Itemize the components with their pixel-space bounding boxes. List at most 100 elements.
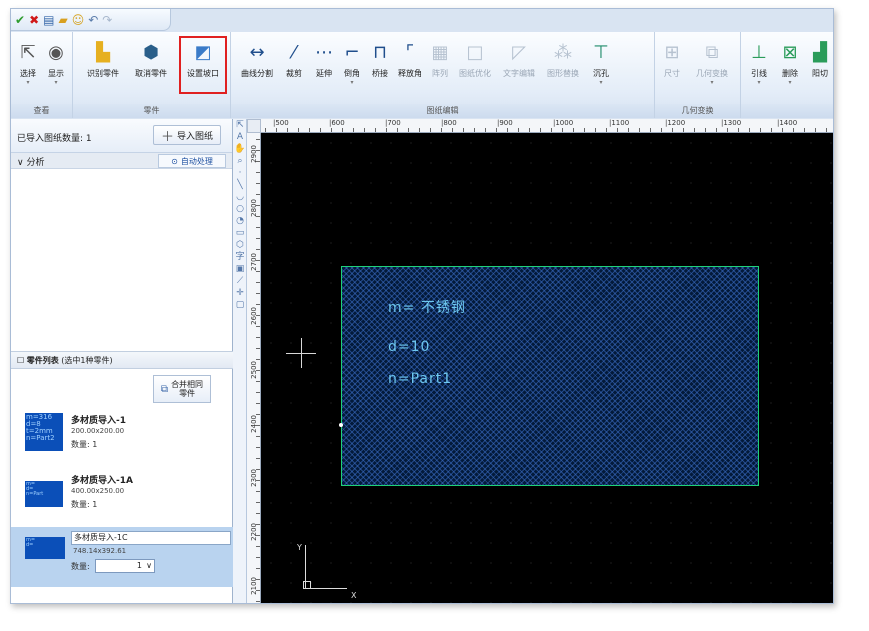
chevron-down-icon: ▾ <box>26 79 30 86</box>
ruler-minor-tick <box>256 139 260 140</box>
yang-cut-icon: ▟ <box>813 42 827 63</box>
text-edit-icon: ◸ <box>512 42 526 63</box>
display-button[interactable]: ◉ 显示 ▾ <box>43 36 69 98</box>
part-name-field[interactable]: 多材质导入-1C <box>71 531 231 545</box>
imported-count-label: 已导入图纸数量: 1 <box>17 134 92 144</box>
group-label-part: 零件 <box>73 104 230 118</box>
ruler-tick-label: |800 <box>441 119 457 127</box>
ruler-minor-tick <box>256 161 260 162</box>
chevron-down-icon: ▾ <box>757 79 761 86</box>
polygon-tool-icon[interactable]: ⬡ <box>233 239 247 251</box>
ruler-tick-label: 2400 <box>250 415 258 433</box>
select-button[interactable]: ⇱ 选择 ▾ <box>15 36 41 98</box>
extend-button[interactable]: ⋯ 延伸 <box>311 36 337 98</box>
trim-button[interactable]: ⁄ 裁剪 <box>281 36 307 98</box>
ruler-minor-tick <box>727 128 728 132</box>
ruler-minor-tick <box>256 315 260 316</box>
redo-icon[interactable]: ↷ <box>102 13 112 27</box>
lead-button[interactable]: ⊥ 引线 ▾ <box>745 36 773 98</box>
ruler-minor-tick <box>375 128 376 132</box>
part-thumbnail[interactable]: m= d= <box>25 537 65 559</box>
ruler-tick-label: |1300 <box>721 119 742 127</box>
identify-part-button[interactable]: ▙ 识别零件 <box>81 36 125 98</box>
optimize-drawing-button[interactable]: □ 图纸优化 <box>455 36 495 98</box>
quantity-select[interactable]: 1 <box>95 559 155 573</box>
bridge-button[interactable]: ⊓ 桥接 <box>367 36 393 98</box>
ruler-minor-tick <box>256 436 260 437</box>
ruler-minor-tick <box>793 128 794 132</box>
hand-tool-icon[interactable]: ✋ <box>233 143 247 155</box>
replace-shape-button[interactable]: ⁂ 图形替换 <box>543 36 583 98</box>
ruler-minor-tick <box>256 249 260 250</box>
part-dimensions: 748.14x392.61 <box>73 547 127 555</box>
user-icon[interactable]: ☺ <box>72 13 85 27</box>
rectangle-tool-icon[interactable]: ▭ <box>233 227 247 239</box>
select-tool-icon[interactable]: ⇱ <box>233 119 247 131</box>
part-name[interactable]: 多材质导入-1 <box>71 413 126 426</box>
chevron-down-icon: ∨ <box>17 158 24 168</box>
ruler-minor-tick <box>529 128 530 132</box>
vertical-toolbar: ⇱ A ✋ ⌕ · ╲ ◡ ○ ◔ ▭ ⬡ 字 ▣ ⟋ ✛ ▢ <box>233 119 247 603</box>
ribbon-group-view: ⇱ 选择 ▾ ◉ 显示 ▾ 查看 <box>11 32 73 118</box>
ruler-minor-tick <box>256 172 260 173</box>
ruler-minor-tick <box>320 128 321 132</box>
replace-shape-icon: ⁂ <box>554 42 572 63</box>
image-tool-icon[interactable]: ▣ <box>233 263 247 275</box>
frame-tool-icon[interactable]: ▢ <box>233 299 247 311</box>
chevron-down-icon: ▾ <box>710 79 714 86</box>
ellipse-tool-icon[interactable]: ◔ <box>233 215 247 227</box>
delete-lead-button[interactable]: ⊠ 删除 ▾ <box>777 36 803 98</box>
ruler-minor-tick <box>815 128 816 132</box>
app-window: ✔ ✖ ▤ ▰ ☺ ↶ ↷ ⇱ 选择 ▾ ◉ 显示 ▾ 查看 ▙ 识别零件 ⬢ … <box>10 8 834 604</box>
ruler-minor-tick <box>606 128 607 132</box>
line-tool-icon[interactable]: ╲ <box>233 179 247 191</box>
ruler-minor-tick <box>256 304 260 305</box>
text-tool-icon[interactable]: A <box>233 131 247 143</box>
import-drawing-button[interactable]: ＋ 导入图纸 <box>153 125 221 145</box>
countersink-button[interactable]: ⊤ 沉孔 ▾ <box>587 36 615 98</box>
circle-tool-icon[interactable]: ○ <box>233 203 247 215</box>
auto-process-button[interactable]: ⊙ 自动处理 <box>158 154 226 168</box>
cancel-part-button[interactable]: ⬢ 取消零件 <box>129 36 173 98</box>
analysis-label[interactable]: ∨ 分析 <box>17 155 44 168</box>
undo-icon[interactable]: ↶ <box>88 13 98 27</box>
folder-open-icon[interactable]: ▰ <box>58 13 67 27</box>
part-thumbnail[interactable]: m=316 d=8 t=2mm n=Part2 <box>25 413 63 451</box>
checkbox-icon[interactable]: ☐ <box>17 356 24 365</box>
part-name[interactable]: 多材质导入-1A <box>71 473 133 486</box>
yang-cut-button[interactable]: ▟ 阳切 <box>807 36 833 98</box>
axis-y-label: Y <box>297 543 302 552</box>
curve-split-button[interactable]: ↔ 曲线分割 <box>237 36 277 98</box>
character-tool-icon[interactable]: 字 <box>233 251 247 263</box>
x-icon[interactable]: ✖ <box>29 13 39 27</box>
ruler-minor-tick <box>256 601 260 602</box>
ruler-minor-tick <box>256 425 260 426</box>
arc-tool-icon[interactable]: ◡ <box>233 191 247 203</box>
drawing-canvas[interactable]: m= 不锈钢 d=10 n=Part1 Y X <box>261 133 833 603</box>
ruler-minor-tick <box>485 128 486 132</box>
part-thumbnail[interactable]: m= d= n=Part <box>25 481 63 507</box>
save-icon[interactable]: ▤ <box>43 13 54 27</box>
merge-same-parts-button[interactable]: ⧉ 合并相同 零件 <box>153 375 211 403</box>
ruler-minor-tick <box>540 128 541 132</box>
measure-tool-icon[interactable]: ⟋ <box>233 275 247 287</box>
crosshair-tool-icon[interactable]: ✛ <box>233 287 247 299</box>
text-edit-button[interactable]: ◸ 文字编辑 <box>499 36 539 98</box>
part-rectangle[interactable]: m= 不锈钢 d=10 n=Part1 <box>341 266 759 486</box>
chamfer-button[interactable]: ⌐ 倒角 ▾ <box>339 36 365 98</box>
point-tool-icon[interactable]: · <box>233 167 247 179</box>
release-corner-button[interactable]: ⌜ 释放角 <box>395 36 425 98</box>
trim-icon: ⁄ <box>292 42 296 63</box>
ruler-minor-tick <box>463 128 464 132</box>
ruler-minor-tick <box>683 128 684 132</box>
ruler-minor-tick <box>256 590 260 591</box>
ruler-minor-tick <box>650 128 651 132</box>
zoom-tool-icon[interactable]: ⌕ <box>233 155 247 167</box>
parts-list-header[interactable]: ☐ 零件列表 (选中1种零件) <box>11 351 233 369</box>
geometry-transform-button[interactable]: ⧉ 几何变换 ▾ <box>689 36 735 98</box>
lead-icon: ⊥ <box>751 42 767 63</box>
checkmark-icon[interactable]: ✔ <box>15 13 25 27</box>
ribbon-group-lead: ⊥ 引线 ▾ ⊠ 删除 ▾ ▟ 阳切 <box>741 32 833 118</box>
size-button[interactable]: ⊞ 尺寸 <box>659 36 685 98</box>
array-button[interactable]: ▦ 阵列 <box>427 36 453 98</box>
